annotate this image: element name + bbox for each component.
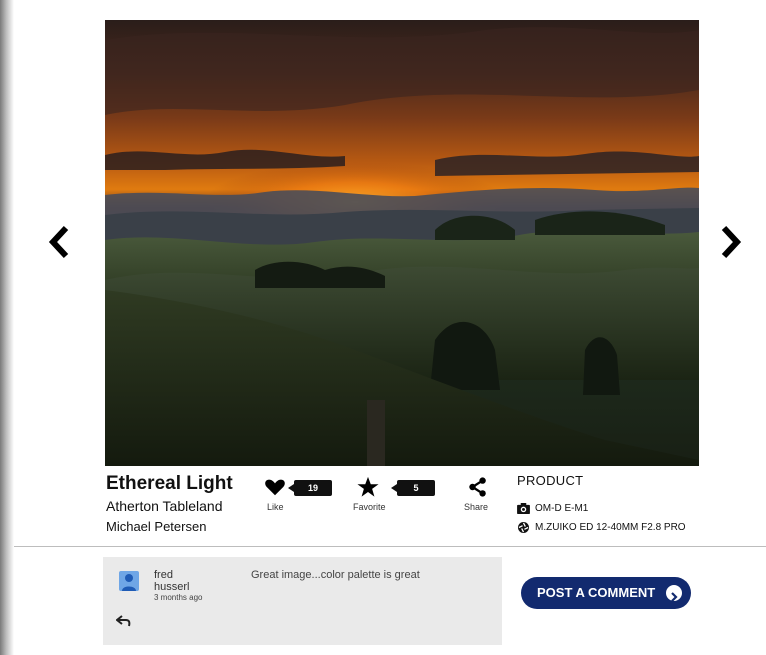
comment-user-first[interactable]: fred	[154, 569, 173, 581]
chevron-right-icon	[666, 585, 682, 602]
page-shadow-edge	[0, 0, 14, 655]
post-comment-button[interactable]: POST A COMMENT	[521, 577, 691, 609]
share-icon	[469, 477, 486, 497]
photo-author[interactable]: Michael Petersen	[106, 519, 206, 534]
heart-icon	[265, 479, 285, 496]
comment-text: Great image...color palette is great	[251, 569, 420, 581]
like-label: Like	[267, 502, 284, 512]
main-photo	[105, 20, 699, 466]
camera-spec: OM-D E-M1	[517, 503, 588, 514]
chevron-right-icon	[721, 225, 742, 259]
avatar[interactable]	[119, 571, 139, 591]
comment-user-last[interactable]: husserl	[154, 581, 189, 593]
comment-item: fred husserl 3 months ago Great image...…	[103, 557, 502, 645]
lens-name[interactable]: M.ZUIKO ED 12-40MM F2.8 PRO	[535, 522, 686, 533]
camera-name[interactable]: OM-D E-M1	[535, 503, 588, 514]
favorite-count: 5	[391, 480, 435, 496]
like-count: 19	[288, 480, 332, 496]
camera-icon	[517, 503, 530, 514]
chevron-left-icon	[48, 225, 69, 259]
photo-title: Ethereal Light	[106, 473, 233, 494]
user-icon	[122, 574, 136, 591]
aperture-icon	[518, 522, 529, 533]
star-icon	[357, 476, 379, 497]
comment-timestamp: 3 months ago	[154, 593, 203, 602]
product-heading: PRODUCT	[517, 473, 584, 488]
section-divider	[14, 546, 766, 547]
reply-icon[interactable]	[116, 614, 132, 628]
prev-photo-button[interactable]	[44, 222, 76, 262]
favorite-label: Favorite	[353, 502, 386, 512]
post-comment-label: POST A COMMENT	[537, 585, 656, 600]
share-label: Share	[464, 502, 489, 512]
next-photo-button[interactable]	[714, 222, 746, 262]
lens-spec: M.ZUIKO ED 12-40MM F2.8 PRO	[517, 522, 686, 533]
photo-location[interactable]: Atherton Tableland	[106, 498, 223, 514]
